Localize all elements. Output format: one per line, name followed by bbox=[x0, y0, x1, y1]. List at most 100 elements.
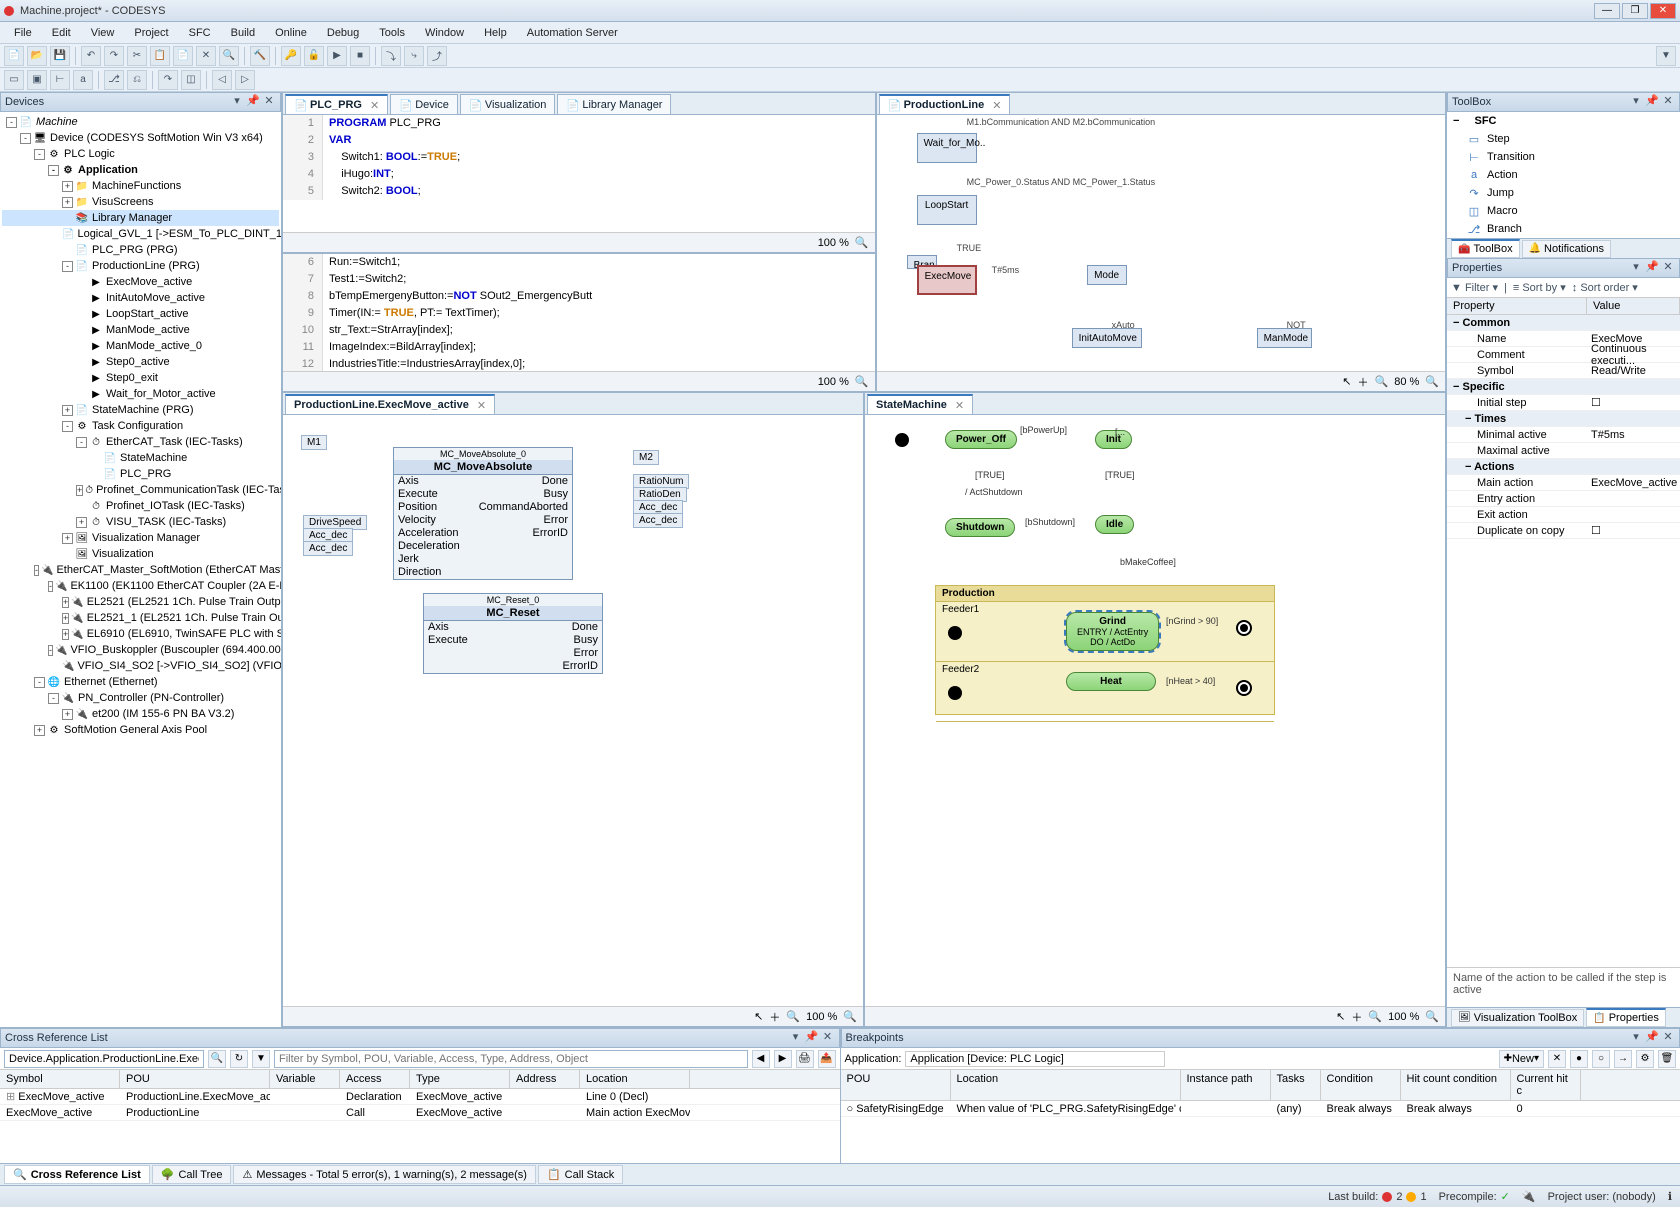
zoom-icon[interactable]: 🔍 bbox=[855, 375, 869, 388]
tree-item[interactable]: +📁VisuScreens bbox=[2, 194, 279, 210]
nav-prev-icon[interactable]: ◀ bbox=[752, 1050, 770, 1068]
tab-close-icon[interactable]: ✕ bbox=[992, 99, 1001, 112]
tree-item[interactable]: -🌐Ethernet (Ethernet) bbox=[2, 674, 279, 690]
tree-item[interactable]: 📄PLC_PRG (PRG) bbox=[2, 242, 279, 258]
tree-expand-icon[interactable]: + bbox=[62, 405, 73, 416]
sortby-dropdown[interactable]: ≡ Sort by ▾ bbox=[1513, 281, 1566, 294]
minimize-button[interactable]: — bbox=[1594, 3, 1620, 19]
fbd-variable[interactable]: Acc_dec bbox=[633, 513, 683, 528]
tab-close-icon[interactable]: ✕ bbox=[370, 99, 379, 112]
status-connection-icon[interactable]: 🔌 bbox=[1522, 1190, 1536, 1203]
property-category[interactable]: − Specific bbox=[1447, 379, 1680, 395]
property-row[interactable]: Entry action bbox=[1447, 491, 1680, 507]
zoom-in-icon[interactable]: ＋ bbox=[769, 1009, 780, 1025]
properties-grid[interactable]: − CommonNameExecMoveCommentContinuous ex… bbox=[1447, 315, 1680, 967]
devices-tree[interactable]: -📄Machine-🖥Device (CODESYS SoftMotion Wi… bbox=[0, 112, 281, 1027]
tree-item[interactable]: +🖼Visualization Manager bbox=[2, 530, 279, 546]
sm-state[interactable]: Idle bbox=[1095, 515, 1134, 534]
sfc-step[interactable]: ManMode bbox=[1257, 328, 1312, 348]
tree-item[interactable]: ▶ManMode_active bbox=[2, 322, 279, 338]
build-icon[interactable]: 🔨 bbox=[250, 46, 270, 66]
sfc-step[interactable]: ExecMove bbox=[917, 265, 977, 295]
bp-delete-icon[interactable]: ✕ bbox=[1548, 1050, 1566, 1068]
tree-item[interactable]: +🔌EL2521 (EL2521 1Ch. Pulse Train Outp bbox=[2, 594, 279, 610]
step-over-icon[interactable]: ⤵ bbox=[381, 46, 401, 66]
bp-app-select[interactable]: Application [Device: PLC Logic] bbox=[905, 1051, 1165, 1067]
property-row[interactable]: Maximal active bbox=[1447, 443, 1680, 459]
sfc-step[interactable]: InitAutoMove bbox=[1072, 328, 1142, 348]
sfc-branch2-icon[interactable]: ⎌ bbox=[127, 70, 147, 90]
panel-close-icon[interactable]: ✕ bbox=[1661, 261, 1675, 275]
tree-item[interactable]: 📄StateMachine bbox=[2, 450, 279, 466]
sm-state[interactable]: Init bbox=[1095, 430, 1132, 449]
sfc-step-icon[interactable]: ▭ bbox=[4, 70, 24, 90]
tab-close-icon[interactable]: ✕ bbox=[955, 399, 964, 412]
property-category[interactable]: − Actions bbox=[1447, 459, 1680, 475]
sm-state[interactable]: Shutdown bbox=[945, 518, 1015, 537]
logout-icon[interactable]: 🔓 bbox=[304, 46, 324, 66]
menu-window[interactable]: Window bbox=[417, 25, 472, 41]
panel-close-icon[interactable]: ✕ bbox=[262, 95, 276, 109]
tab-notifications[interactable]: 🔔 Notifications bbox=[1522, 240, 1611, 258]
sm-initial-state[interactable] bbox=[948, 626, 962, 640]
panel-pin-icon[interactable]: 📌 bbox=[246, 95, 260, 109]
filter-icon[interactable]: ▼ bbox=[1656, 46, 1676, 66]
bottom-tab[interactable]: 📋Call Stack bbox=[538, 1165, 623, 1184]
new-icon[interactable]: 📄 bbox=[4, 46, 24, 66]
tree-item[interactable]: 📚Library Manager bbox=[2, 210, 279, 226]
code-editor-impl[interactable]: 6Run:=Switch1;7Test1:=Switch2;8bTempEmer… bbox=[283, 252, 875, 371]
zoom-icon[interactable]: 🔍 bbox=[843, 1010, 857, 1023]
tree-item[interactable]: ▶ExecMove_active bbox=[2, 274, 279, 290]
fbd-editor[interactable]: M1M2DriveSpeedAcc_decAcc_decRatioNumRati… bbox=[283, 415, 863, 1006]
fbd-variable[interactable]: M2 bbox=[633, 450, 659, 465]
zoom-fit-icon[interactable]: 🔍 bbox=[1375, 375, 1389, 388]
tree-item[interactable]: 🖼Visualization bbox=[2, 546, 279, 562]
tree-item[interactable]: +🔌EL6910 (EL6910, TwinSAFE PLC with Safe bbox=[2, 626, 279, 642]
tree-item[interactable]: +📄StateMachine (PRG) bbox=[2, 402, 279, 418]
tree-item[interactable]: ⏱Profinet_IOTask (IEC-Tasks) bbox=[2, 498, 279, 514]
sfc-step2-icon[interactable]: ▣ bbox=[27, 70, 47, 90]
property-row[interactable]: Exit action bbox=[1447, 507, 1680, 523]
zoom-icon[interactable]: 🔍 bbox=[1425, 375, 1439, 388]
filter-dropdown[interactable]: ▼ Filter ▾ bbox=[1451, 281, 1498, 294]
code-editor-decl[interactable]: 1PROGRAM PLC_PRG2VAR3 Switch1: BOOL:=TRU… bbox=[283, 115, 875, 232]
tree-item[interactable]: +⏱VISU_TASK (IEC-Tasks) bbox=[2, 514, 279, 530]
tree-item[interactable]: +🔌et200 (IM 155-6 PN BA V3.2) bbox=[2, 706, 279, 722]
fbd-block[interactable]: MC_MoveAbsolute_0MC_MoveAbsoluteAxisDone… bbox=[393, 447, 573, 580]
tree-expand-icon[interactable]: - bbox=[20, 133, 31, 144]
menu-project[interactable]: Project bbox=[126, 25, 176, 41]
maximize-button[interactable]: ❐ bbox=[1622, 3, 1648, 19]
panel-pin-icon[interactable]: 📌 bbox=[1645, 1031, 1659, 1045]
zoom-in-icon[interactable]: ＋ bbox=[1351, 1009, 1362, 1025]
tree-expand-icon[interactable]: - bbox=[62, 261, 73, 272]
tab-toolbox[interactable]: 🧰 ToolBox bbox=[1451, 239, 1520, 258]
tree-expand-icon[interactable]: + bbox=[62, 181, 73, 192]
property-row[interactable]: Main actionExecMove_active bbox=[1447, 475, 1680, 491]
bottom-tab[interactable]: 🔍Cross Reference List bbox=[4, 1165, 150, 1184]
sfc-editor[interactable]: M1.bCommunication AND M2.bCommunicationW… bbox=[877, 115, 1445, 371]
tree-item[interactable]: -🖥Device (CODESYS SoftMotion Win V3 x64) bbox=[2, 130, 279, 146]
toolbox-item-jump[interactable]: ↷Jump bbox=[1447, 184, 1680, 202]
bp-props-icon[interactable]: ⚙ bbox=[1636, 1050, 1654, 1068]
tree-item[interactable]: ▶LoopStart_active bbox=[2, 306, 279, 322]
tree-item[interactable]: ▶Step0_exit bbox=[2, 370, 279, 386]
nav-back-icon[interactable]: ◁ bbox=[212, 70, 232, 90]
tree-expand-icon[interactable]: - bbox=[6, 117, 17, 128]
tab-library-manager[interactable]: 📄Library Manager bbox=[557, 94, 671, 114]
copy-icon[interactable]: 📋 bbox=[150, 46, 170, 66]
tree-item[interactable]: -⏱EtherCAT_Task (IEC-Tasks) bbox=[2, 434, 279, 450]
tab-properties[interactable]: 📋 Properties bbox=[1586, 1008, 1666, 1027]
toolbox-item-step[interactable]: ▭Step bbox=[1447, 130, 1680, 148]
tree-item[interactable]: -⚙Task Configuration bbox=[2, 418, 279, 434]
step-out-icon[interactable]: ⤴ bbox=[427, 46, 447, 66]
bp-enable-icon[interactable]: ● bbox=[1570, 1050, 1588, 1068]
tree-item[interactable]: -⚙Application bbox=[2, 162, 279, 178]
sfc-transition[interactable]: TRUE bbox=[957, 243, 982, 253]
sfc-trans-icon[interactable]: ⊢ bbox=[50, 70, 70, 90]
tree-item[interactable]: ▶Step0_active bbox=[2, 354, 279, 370]
tree-expand-icon[interactable]: + bbox=[34, 725, 45, 736]
tree-item[interactable]: ▶Wait_for_Motor_active bbox=[2, 386, 279, 402]
menu-help[interactable]: Help bbox=[476, 25, 515, 41]
menu-edit[interactable]: Edit bbox=[44, 25, 79, 41]
sfc-step[interactable]: Wait_for_Mo.. bbox=[917, 133, 977, 163]
